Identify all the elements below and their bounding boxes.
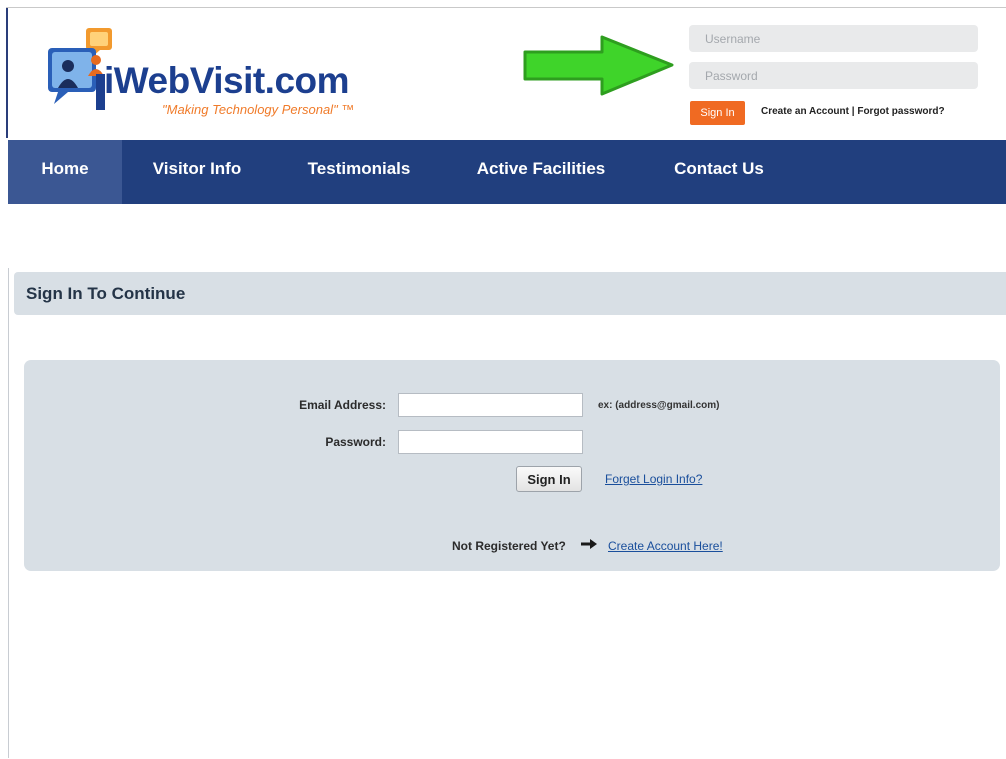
create-account-link[interactable]: Create an Account — [761, 106, 849, 117]
top-rule — [6, 7, 1006, 8]
email-field[interactable] — [398, 393, 583, 417]
brand-tagline: "Making Technology Personal" ™ — [162, 102, 355, 117]
section-header: Sign In To Continue — [14, 272, 1006, 315]
email-hint: ex: (address@gmail.com) — [598, 400, 720, 411]
create-account-here-link[interactable]: Create Account Here! — [608, 539, 723, 553]
password-field[interactable] — [398, 430, 583, 454]
header-links: Create an Account | Forgot password? — [761, 106, 945, 117]
page-title: Sign In To Continue — [26, 284, 186, 303]
nav-item-visitor-info[interactable]: Visitor Info — [142, 140, 252, 204]
site-logo[interactable]: iWebVisit.com "Making Technology Persona… — [44, 26, 364, 121]
not-registered-text: Not Registered Yet? — [452, 539, 566, 553]
page-border — [8, 268, 9, 758]
nav-item-contact-us[interactable]: Contact Us — [664, 140, 774, 204]
email-label: Email Address: — [299, 398, 386, 412]
password-label: Password: — [325, 435, 386, 449]
forgot-password-link[interactable]: Forgot password? — [857, 106, 944, 117]
header-password-input[interactable] — [689, 62, 978, 89]
green-arrow-icon — [523, 35, 674, 96]
nav-item-home[interactable]: Home — [8, 140, 122, 204]
nav-item-active-facilities[interactable]: Active Facilities — [466, 140, 616, 204]
header-username-input[interactable] — [689, 25, 978, 52]
header-signin-button[interactable]: Sign In — [690, 101, 745, 125]
signin-button[interactable]: Sign In — [516, 466, 582, 492]
page-border — [6, 8, 8, 138]
brand-name: iWebVisit.com — [104, 60, 350, 101]
nav-item-testimonials[interactable]: Testimonials — [298, 140, 420, 204]
main-nav: Home Visitor Info Testimonials Active Fa… — [8, 140, 1006, 204]
forgot-login-link[interactable]: Forget Login Info? — [605, 472, 702, 486]
right-arrow-icon — [581, 539, 597, 549]
